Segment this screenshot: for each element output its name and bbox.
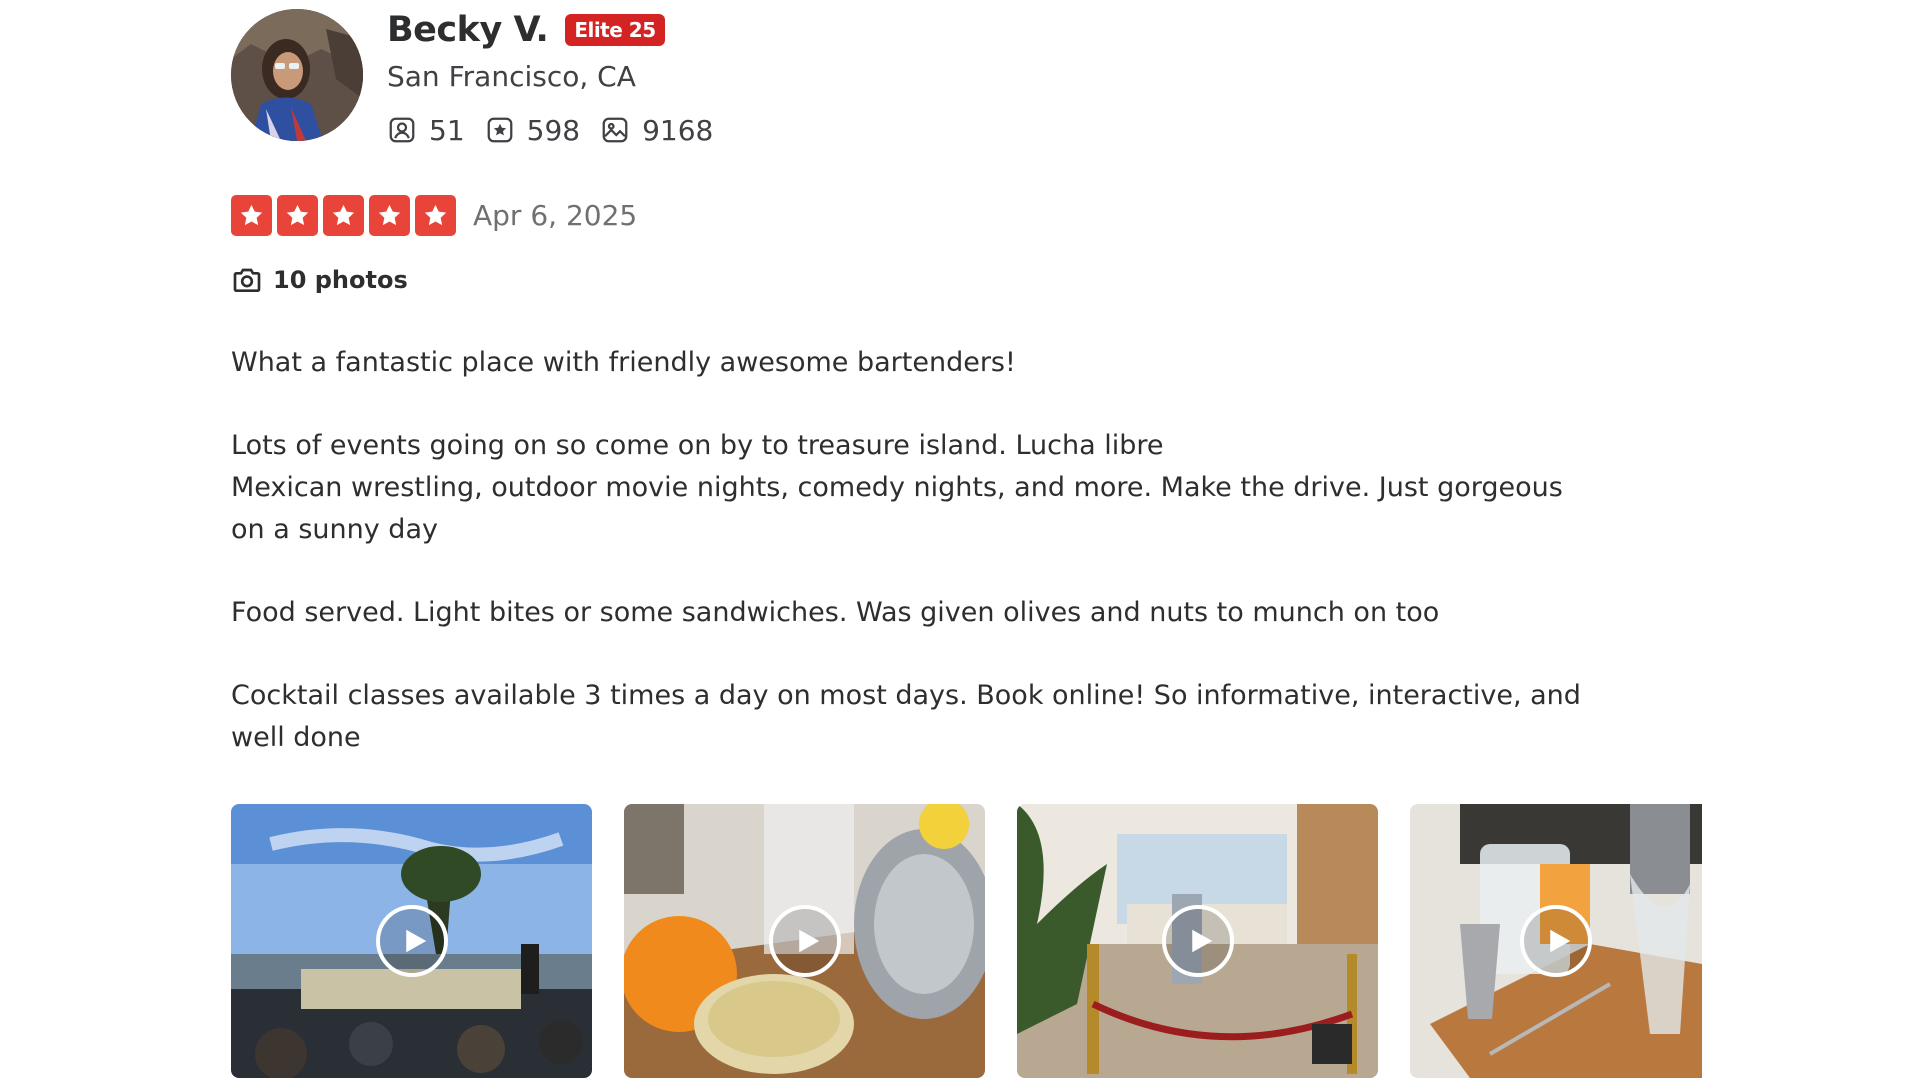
rating-row: Apr 6, 2025 <box>231 195 637 236</box>
friends-count: 51 <box>429 113 465 147</box>
review-paragraph: What a fantastic place with friendly awe… <box>231 347 1016 378</box>
play-button[interactable] <box>1520 905 1592 977</box>
play-button[interactable] <box>375 905 448 977</box>
video-thumbnail[interactable] <box>624 804 985 1078</box>
reviews-stat: 598 <box>485 114 580 147</box>
review-paragraph: Food served. Light bites or some sandwic… <box>231 597 1440 628</box>
play-button[interactable] <box>768 905 841 977</box>
star-icon <box>369 195 410 236</box>
video-thumbnail[interactable] <box>1410 804 1702 1078</box>
review-paragraph: Cocktail classes available 3 times a day… <box>231 680 1581 753</box>
photos-stat: 9168 <box>600 114 713 147</box>
play-icon <box>1191 929 1212 953</box>
review-paragraph: Lots of events going on so come on by to… <box>231 430 1563 545</box>
media-row <box>231 804 1702 1078</box>
friends-stat: 51 <box>387 114 465 147</box>
video-thumbnail[interactable] <box>231 804 592 1078</box>
star-icon <box>277 195 318 236</box>
user-name[interactable]: Becky V. <box>387 10 549 50</box>
star-icon <box>323 195 364 236</box>
play-icon <box>798 929 819 953</box>
review-star-icon <box>487 117 513 143</box>
camera-icon <box>233 268 261 292</box>
user-stats: 51 598 9168 <box>387 110 733 150</box>
photos-link-label: 10 photos <box>273 266 408 294</box>
video-thumbnail[interactable] <box>1017 804 1378 1078</box>
review-date: Apr 6, 2025 <box>473 199 638 232</box>
review-card: Becky V. Elite 25 San Francisco, CA 51 5… <box>231 0 1711 1080</box>
photos-link[interactable]: 10 photos <box>231 264 408 296</box>
image-icon <box>602 117 628 143</box>
user-location: San Francisco, CA <box>387 60 636 93</box>
play-icon <box>405 929 426 953</box>
user-info: Becky V. Elite 25 San Francisco, CA 51 5… <box>387 8 733 150</box>
review-text: What a fantastic place with friendly awe… <box>231 342 1581 800</box>
elite-badge: Elite 25 <box>565 14 665 46</box>
star-icon <box>415 195 456 236</box>
play-button[interactable] <box>1161 905 1234 977</box>
reviews-count: 598 <box>526 113 581 147</box>
star-rating <box>231 195 456 236</box>
user-avatar[interactable] <box>231 9 363 141</box>
star-icon <box>231 195 272 236</box>
photos-count: 9168 <box>642 113 714 147</box>
friends-icon <box>389 117 415 143</box>
play-icon <box>1550 929 1571 953</box>
